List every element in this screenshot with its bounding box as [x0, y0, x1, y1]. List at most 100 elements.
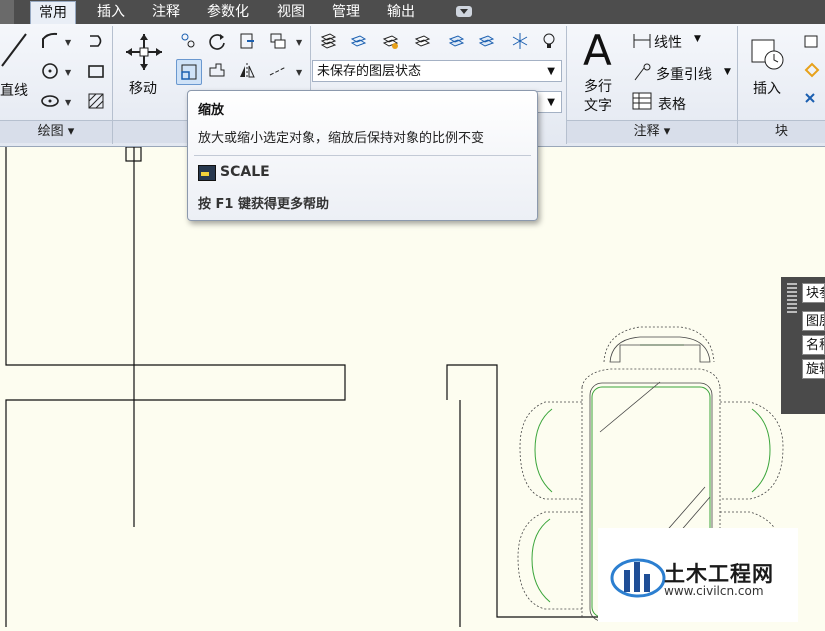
trim-button[interactable]: [235, 29, 259, 53]
mirror-button[interactable]: [235, 59, 259, 83]
logo-icon: [610, 558, 666, 598]
app-menu-button[interactable]: [0, 0, 14, 24]
insert-block-tool[interactable]: 插入: [748, 32, 790, 102]
ribbon-minimize-button[interactable]: [456, 6, 472, 17]
layer-isolate-button[interactable]: [444, 29, 468, 53]
mtext-label-1: 多行: [584, 79, 612, 95]
palette-row[interactable]: 图层: [802, 311, 825, 331]
properties-palette[interactable]: 块参 图层 名称 旋转: [781, 277, 825, 414]
polyline-dropdown-icon[interactable]: ▼: [65, 38, 71, 47]
palette-grip[interactable]: [787, 283, 797, 313]
tab-parametric[interactable]: 参数化: [205, 0, 251, 24]
layer-match-button[interactable]: [378, 29, 402, 53]
chevron-down-icon: ▼: [547, 97, 555, 108]
snowflake-icon: [512, 33, 528, 49]
layer-states-button[interactable]: [346, 29, 370, 53]
line-label: 直线: [0, 83, 28, 99]
mtext-icon: A: [583, 26, 612, 75]
explode-icon: [269, 66, 287, 76]
tooltip-divider: [194, 155, 531, 156]
tooltip-title: 缩放: [198, 103, 225, 118]
tab-manage[interactable]: 管理: [330, 0, 362, 24]
annotation-panel-label[interactable]: 注释 ▾: [567, 120, 737, 143]
tab-output[interactable]: 输出: [385, 0, 417, 24]
circle-dropdown-icon[interactable]: ▼: [65, 68, 71, 77]
layer-state-dropdown[interactable]: 未保存的图层状态 ▼: [312, 60, 562, 82]
watermark-url: www.civilcn.com: [664, 584, 764, 598]
rectangle-button[interactable]: [84, 59, 108, 83]
layer-isolate-icon: [448, 35, 465, 47]
array-button[interactable]: [266, 29, 290, 53]
layer-freeze-button[interactable]: [508, 29, 532, 53]
draw-panel-label[interactable]: 绘图 ▾: [0, 120, 112, 143]
lightbulb-icon: [543, 33, 555, 48]
layer-match-icon: [382, 35, 399, 49]
palette-row[interactable]: 名称: [802, 335, 825, 355]
line-tool[interactable]: 直线: [0, 30, 30, 100]
chevron-down-icon: [460, 9, 468, 14]
layers-icon: [320, 33, 337, 49]
line-icon: [1, 33, 27, 67]
layer-properties-button[interactable]: [316, 29, 340, 53]
ellipse-dropdown-icon[interactable]: ▼: [65, 98, 71, 107]
hatch-icon: [88, 93, 104, 109]
tab-view[interactable]: 视图: [275, 0, 307, 24]
block-panel-label[interactable]: 块: [738, 120, 825, 143]
chevron-down-icon: ▼: [724, 67, 731, 77]
table-icon: [632, 92, 652, 110]
chevron-down-icon: ▼: [694, 34, 701, 44]
copy-icon: [181, 33, 195, 48]
rotate-icon: [209, 34, 225, 50]
tab-annotate[interactable]: 注释: [150, 0, 182, 24]
edit-attributes-icon: [805, 93, 815, 103]
tooltip: 缩放 放大或缩小选定对象，缩放后保持对象的比例不变 SCALE 按 F1 键获得…: [187, 90, 538, 221]
array-icon: [270, 33, 286, 49]
command-line-icon: [198, 165, 216, 181]
layer-state-value: 未保存的图层状态: [317, 64, 422, 79]
ellipse-button[interactable]: [38, 89, 62, 113]
tab-insert[interactable]: 插入: [95, 0, 127, 24]
rotate-button[interactable]: [205, 29, 229, 53]
tooltip-help: 按 F1 键获得更多帮助: [198, 197, 329, 212]
watermark: 土木工程网 www.civilcn.com: [598, 528, 798, 622]
explode-button[interactable]: [266, 59, 290, 83]
hatch-button[interactable]: [84, 89, 108, 113]
copy-button[interactable]: [176, 29, 200, 53]
rectangle-icon: [88, 65, 104, 78]
tooltip-command: SCALE: [220, 164, 270, 180]
layer-previous-button[interactable]: [410, 29, 434, 53]
scale-button[interactable]: [176, 59, 202, 85]
arc-icon: [90, 35, 102, 47]
trim-icon: [240, 33, 254, 49]
scale-icon: [181, 64, 197, 80]
circle-icon: [42, 63, 58, 79]
tooltip-description: 放大或缩小选定对象，缩放后保持对象的比例不变: [198, 131, 485, 146]
dimension-icon: [633, 34, 651, 48]
layer-unisolate-icon: [478, 35, 495, 47]
create-block-icon: [804, 35, 818, 48]
stretch-button[interactable]: [205, 59, 229, 83]
explode-dropdown-icon[interactable]: ▼: [296, 68, 302, 77]
layer-unisolate-button[interactable]: [474, 29, 498, 53]
stretch-icon: [209, 63, 225, 77]
tab-home[interactable]: 常用: [30, 1, 76, 25]
circle-button[interactable]: [38, 59, 62, 83]
layer-off-button[interactable]: [537, 29, 561, 53]
polyline-button[interactable]: [38, 29, 62, 53]
move-tool[interactable]: 移动: [122, 32, 166, 102]
edit-block-button[interactable]: [800, 58, 824, 82]
ribbon-tab-bar: 常用 插入 注释 参数化 视图 管理 输出: [0, 0, 825, 25]
create-block-button[interactable]: [800, 30, 824, 54]
insert-label: 插入: [753, 81, 781, 97]
edit-attributes-button[interactable]: [800, 86, 824, 110]
ellipse-icon: [41, 95, 59, 107]
insert-block-icon: [751, 39, 784, 70]
array-dropdown-icon[interactable]: ▼: [296, 38, 302, 47]
edit-block-icon: [804, 62, 820, 78]
palette-row[interactable]: 块参: [802, 283, 825, 303]
arc-button[interactable]: [84, 29, 108, 53]
mtext-label-2: 文字: [584, 98, 612, 114]
layer-previous-icon: [414, 35, 431, 47]
mtext-tool[interactable]: A 多行 文字: [580, 30, 624, 116]
palette-row[interactable]: 旋转: [802, 359, 825, 379]
